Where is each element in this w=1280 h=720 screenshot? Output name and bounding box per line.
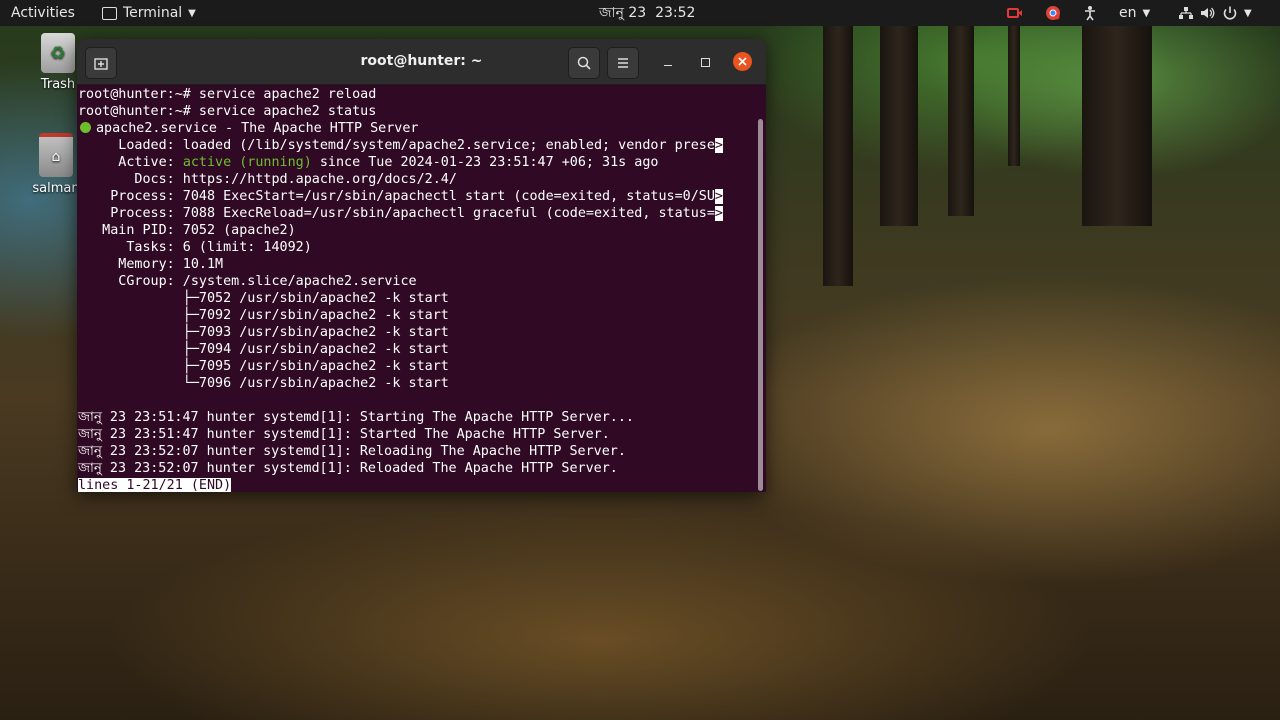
tree-trunk (1008, 26, 1020, 166)
pager-status-line[interactable]: lines 1-21/21 (END) (78, 477, 232, 492)
language-selector[interactable]: en ▼ (1119, 0, 1150, 26)
power-icon (1223, 6, 1237, 20)
terminal-line: Main PID: 7052 (apache2) (78, 223, 296, 238)
trash-icon: ♻ (41, 33, 75, 73)
tree-trunk (880, 26, 918, 226)
maximize-button[interactable] (690, 47, 720, 77)
terminal-scrollbar[interactable] (758, 119, 763, 491)
new-tab-icon (94, 58, 108, 70)
minimize-button[interactable] (653, 47, 683, 77)
menu-icon (618, 58, 628, 68)
search-icon (577, 56, 591, 70)
terminal-window[interactable]: root@hunter: ~ root@hunter:~# service ap… (77, 39, 766, 492)
volume-icon (1201, 7, 1215, 19)
terminal-line: ├─7052 /usr/sbin/apache2 -k start (78, 291, 449, 306)
terminal-line: ├─7094 /usr/sbin/apache2 -k start (78, 342, 449, 357)
process-line: Process: 7088 ExecReload=/usr/sbin/apach… (78, 206, 715, 221)
terminal-line: Active: active (running) since Tue 2024-… (78, 154, 658, 171)
loaded-line: Loaded: loaded (/lib/systemd/system/apac… (78, 138, 715, 153)
activities-label: Activities (11, 5, 75, 21)
chevron-down-icon: ▼ (1142, 7, 1151, 19)
close-icon (738, 57, 747, 66)
terminal-output[interactable]: root@hunter:~# service apache2 reload ro… (77, 85, 766, 492)
screen-record-icon[interactable] (1007, 0, 1023, 26)
close-button[interactable] (733, 52, 752, 71)
maximize-icon (700, 57, 710, 67)
minimize-icon (664, 64, 672, 66)
home-folder-label: salman (32, 181, 80, 196)
top-bar: Activities Terminal ▼ জানু 23 23:52 en ▼… (0, 0, 1280, 26)
terminal-line: apache2.service - The Apache HTTP Server (78, 120, 418, 137)
truncation-marker: > (714, 138, 723, 153)
menu-button[interactable] (607, 47, 639, 79)
activities-button[interactable]: Activities (11, 0, 75, 26)
new-tab-button[interactable] (85, 47, 117, 79)
terminal-line: জানু 23 23:51:47 hunter systemd[1]: Star… (78, 427, 610, 442)
language-label: en (1119, 5, 1137, 21)
terminal-line: জানু 23 23:52:07 hunter systemd[1]: Relo… (78, 461, 618, 476)
terminal-line: root@hunter:~# service apache2 reload (78, 87, 377, 102)
terminal-app-icon (102, 6, 117, 20)
home-folder-icon: ⌂ (39, 133, 73, 177)
accessibility-icon[interactable] (1083, 0, 1097, 26)
terminal-line: Tasks: 6 (limit: 14092) (78, 240, 312, 255)
terminal-line: CGroup: /system.slice/apache2.service (78, 274, 417, 289)
truncation-marker: > (714, 206, 723, 221)
terminal-line: Process: 7088 ExecReload=/usr/sbin/apach… (78, 205, 723, 222)
terminal-line: Process: 7048 ExecStart=/usr/sbin/apache… (78, 188, 723, 205)
process-line: Process: 7048 ExecStart=/usr/sbin/apache… (78, 189, 715, 204)
terminal-line: └─7096 /usr/sbin/apache2 -k start (78, 376, 449, 391)
chrome-icon[interactable] (1045, 0, 1061, 26)
active-status: active (running) (182, 155, 312, 170)
terminal-line: root@hunter:~# service apache2 status (78, 104, 377, 119)
terminal-line: ├─7092 /usr/sbin/apache2 -k start (78, 308, 449, 323)
network-icon (1179, 7, 1193, 19)
terminal-line: Memory: 10.1M (78, 257, 224, 272)
tree-trunk (948, 26, 974, 216)
terminal-line: Loaded: loaded (/lib/systemd/system/apac… (78, 137, 723, 154)
terminal-titlebar[interactable]: root@hunter: ~ (77, 39, 766, 85)
tree-trunk (823, 26, 853, 286)
truncation-marker: > (714, 189, 723, 204)
terminal-line: জানু 23 23:52:07 hunter systemd[1]: Relo… (78, 444, 626, 459)
trash-label: Trash (40, 77, 76, 92)
search-button[interactable] (568, 47, 600, 79)
status-dot-icon (80, 122, 91, 133)
terminal-line: ├─7093 /usr/sbin/apache2 -k start (78, 325, 449, 340)
active-since: since Tue 2024-01-23 23:51:47 +06; 31s a… (311, 155, 659, 170)
clock-button[interactable]: জানু 23 23:52 (599, 0, 695, 26)
terminal-line: Docs: https://httpd.apache.org/docs/2.4/ (78, 172, 457, 187)
terminal-line: ├─7095 /usr/sbin/apache2 -k start (78, 359, 449, 374)
system-menu[interactable]: ▼ (1178, 0, 1252, 26)
tree-trunk (1082, 26, 1152, 226)
pager-status: lines 1-21/21 (END) (78, 478, 232, 492)
chevron-down-icon: ▼ (1244, 7, 1252, 19)
terminal-line: জানু 23 23:51:47 hunter systemd[1]: Star… (78, 410, 634, 425)
service-title: apache2.service - The Apache HTTP Server (96, 121, 419, 136)
app-name-label: Terminal (123, 5, 183, 21)
app-menu-button[interactable]: Terminal ▼ (102, 0, 196, 26)
chevron-down-icon: ▼ (188, 7, 196, 19)
active-label: Active: (78, 155, 183, 170)
clock-label: জানু 23 23:52 (599, 5, 696, 21)
